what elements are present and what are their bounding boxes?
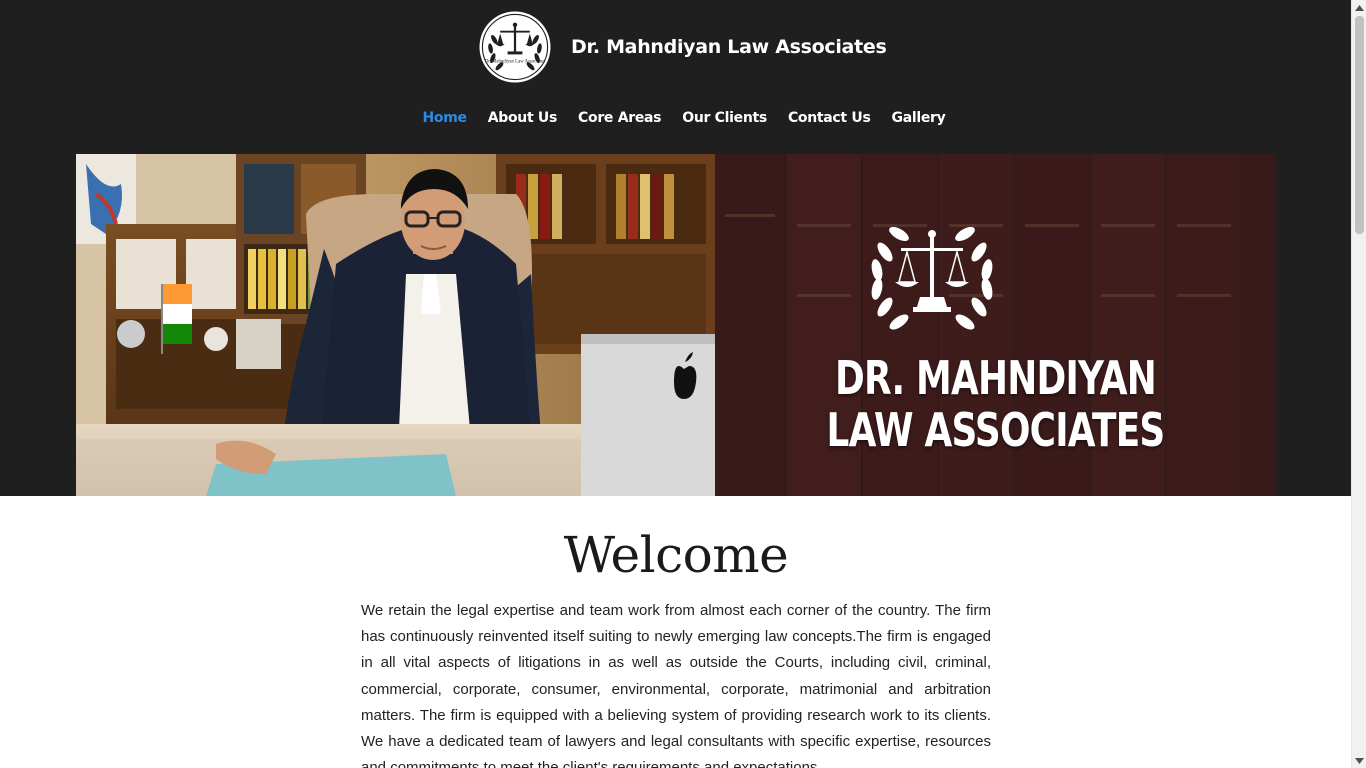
- scales-of-justice-logo-icon[interactable]: Dr. Mahndiyan Law Associates: [478, 10, 552, 84]
- hero-title-line1: DR. MAHNDIYAN: [834, 351, 1157, 405]
- scales-of-justice-emblem-icon: [871, 227, 993, 330]
- hero-title: DR. MAHNDIYAN LAW ASSOCIATES: [777, 352, 1215, 456]
- brand[interactable]: Dr. Mahndiyan Law Associates Dr. Mahndiy…: [478, 10, 887, 84]
- welcome-text: We retain the legal expertise and team w…: [361, 602, 991, 768]
- nav-home[interactable]: Home: [423, 106, 468, 130]
- welcome-section: Welcome We retain the legal expertise an…: [361, 520, 991, 768]
- lawyer-office-photo: [76, 154, 715, 496]
- svg-text:Dr. Mahndiyan Law Associates: Dr. Mahndiyan Law Associates: [485, 60, 545, 65]
- nav-our-clients[interactable]: Our Clients: [682, 106, 767, 130]
- nav-gallery[interactable]: Gallery: [892, 106, 946, 130]
- scroll-down-arrow-icon[interactable]: [1352, 753, 1366, 768]
- hero-title-line2: LAW ASSOCIATES: [826, 403, 1165, 457]
- nav-about-us[interactable]: About Us: [488, 106, 558, 130]
- site-header: Dr. Mahndiyan Law Associates Dr. Mahndiy…: [0, 0, 1351, 154]
- page: Dr. Mahndiyan Law Associates Dr. Mahndiy…: [0, 0, 1351, 768]
- main-nav: Home About Us Core Areas Our Clients Con…: [0, 106, 1351, 130]
- scroll-up-arrow-icon[interactable]: [1352, 0, 1366, 15]
- nav-core-areas[interactable]: Core Areas: [578, 106, 661, 130]
- law-books-banner: DR. MAHNDIYAN LAW ASSOCIATES: [715, 154, 1276, 496]
- site-title[interactable]: Dr. Mahndiyan Law Associates: [571, 36, 887, 58]
- vertical-scrollbar[interactable]: [1351, 0, 1366, 768]
- scrollbar-thumb[interactable]: [1355, 16, 1364, 234]
- nav-contact-us[interactable]: Contact Us: [788, 106, 871, 130]
- welcome-heading: Welcome: [563, 526, 789, 584]
- hero-banner: DR. MAHNDIYAN LAW ASSOCIATES: [0, 154, 1351, 496]
